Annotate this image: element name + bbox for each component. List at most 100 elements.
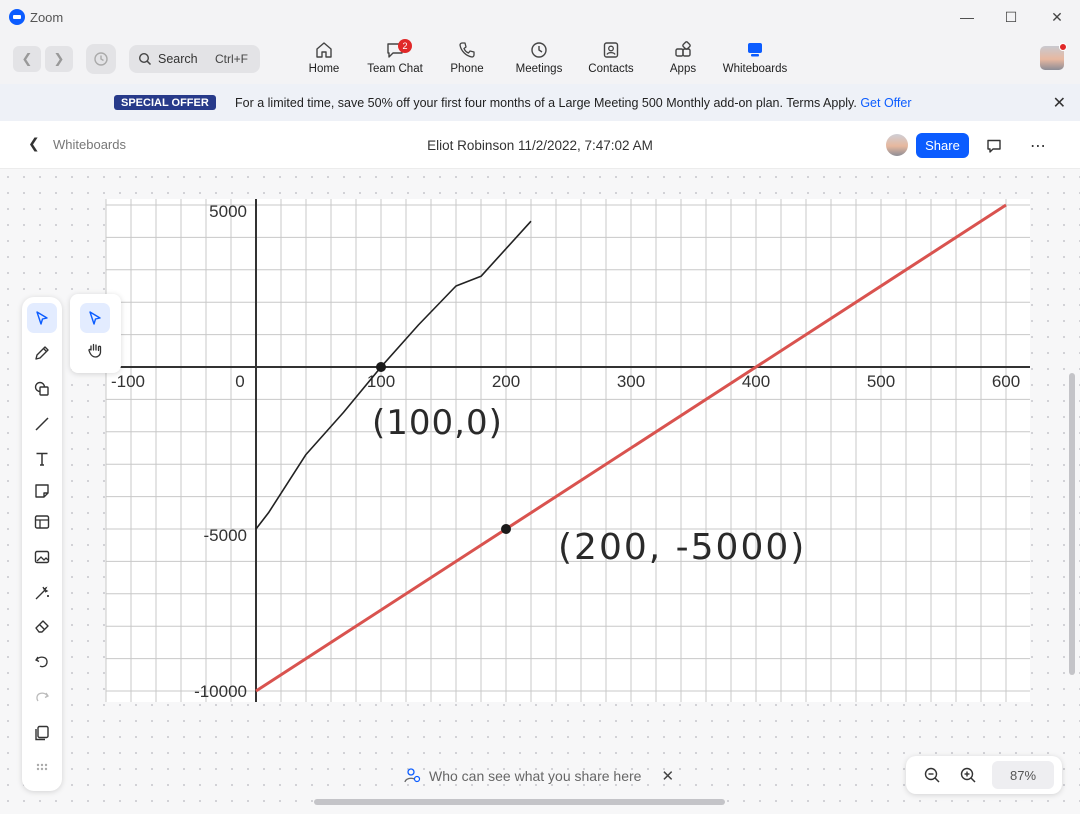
whiteboard-canvas[interactable]: -100 0 100 200 300 400 500 600 5000 -500…: [0, 169, 1080, 814]
hand-tool-option[interactable]: [80, 335, 110, 365]
zoom-in-icon: [960, 767, 976, 783]
offer-text: For a limited time, save 50% off your fi…: [235, 96, 912, 110]
nav-item-contacts[interactable]: Contacts: [575, 40, 647, 80]
search-icon: [138, 52, 152, 66]
annotation-100-0: (100,0): [372, 403, 503, 443]
select-tool[interactable]: [27, 303, 57, 333]
close-banner-icon[interactable]: ✕: [1053, 93, 1066, 113]
line-tool[interactable]: [27, 409, 57, 439]
nav-label: Apps: [669, 63, 697, 75]
image-icon: [34, 550, 50, 564]
share-button[interactable]: Share: [916, 133, 969, 158]
minimize-icon[interactable]: —: [952, 6, 982, 28]
maximize-icon[interactable]: ☐: [996, 6, 1026, 28]
nav-item-team-chat[interactable]: 2 Team Chat: [359, 39, 431, 80]
hand-icon: [88, 343, 102, 358]
select-subtool-popup: [70, 294, 121, 373]
whiteboard-icon: [748, 43, 762, 57]
plotted-point: [376, 362, 386, 372]
undo-icon: [35, 656, 48, 668]
collaborator-avatar[interactable]: [886, 134, 908, 156]
whiteboard-toolbar: [22, 297, 62, 791]
drag-handle-icon[interactable]: [27, 752, 57, 782]
search-input[interactable]: Search Ctrl+F: [129, 45, 260, 73]
y-tick-label: 5000: [209, 202, 247, 221]
share-visibility-hint[interactable]: Who can see what you share here ✕: [403, 766, 674, 786]
whiteboard-header: ❮ Whiteboards Eliot Robinson 11/2/2022, …: [0, 121, 1080, 169]
y-tick-label: -5000: [204, 526, 247, 545]
nav-item-apps[interactable]: Apps: [647, 40, 719, 80]
contacts-icon: [603, 42, 619, 58]
x-tick-label: -100: [111, 372, 145, 391]
x-tick-label: 0: [235, 372, 244, 391]
nav-label: Team Chat: [367, 63, 423, 75]
zoom-out-icon: [924, 767, 940, 783]
nav-item-phone[interactable]: Phone: [431, 40, 503, 80]
zoom-level[interactable]: 87%: [992, 761, 1054, 789]
pen-tool[interactable]: [27, 338, 57, 368]
search-placeholder: Search: [158, 52, 198, 66]
line-icon: [35, 417, 49, 431]
apps-icon: [675, 41, 691, 57]
nav-label: Whiteboards: [722, 63, 788, 75]
nav-item-meetings[interactable]: Meetings: [503, 40, 575, 80]
horizontal-scrollbar[interactable]: [314, 799, 725, 805]
phone-icon: [459, 42, 475, 58]
zoom-logo-icon: [9, 9, 25, 25]
template-tool[interactable]: [27, 507, 57, 537]
title-bar: Zoom — ☐ ✕: [0, 0, 1080, 34]
sticky-note-tool[interactable]: [27, 476, 57, 506]
text-tool[interactable]: [27, 444, 57, 474]
shapes-icon: [34, 381, 49, 396]
zoom-controls: 87%: [906, 756, 1062, 794]
eraser-tool[interactable]: [27, 611, 57, 641]
annotation-200-minus-5000: (200, -5000): [558, 527, 806, 568]
x-tick-label: 200: [492, 372, 520, 391]
nav-item-whiteboards[interactable]: Whiteboards: [719, 40, 791, 80]
status-dot: [1059, 43, 1067, 51]
user-visibility-icon: [404, 768, 421, 783]
magic-tool[interactable]: [27, 578, 57, 608]
redo-icon: [36, 692, 49, 702]
x-tick-label: 300: [617, 372, 645, 391]
forward-arrow-icon[interactable]: ❯: [45, 46, 73, 72]
nav-label: Contacts: [588, 63, 634, 75]
share-hint-text: Who can see what you share here: [429, 768, 642, 784]
nav-label: Meetings: [515, 63, 563, 75]
clock-icon: [531, 42, 547, 58]
shapes-tool[interactable]: [27, 374, 57, 404]
nav-label: Home: [308, 63, 340, 75]
nav-label: Phone: [450, 63, 484, 75]
back-arrow-icon[interactable]: ❮: [13, 46, 41, 72]
text-icon: [36, 452, 48, 466]
graph-image: -100 0 100 200 300 400 500 600 5000 -500…: [105, 199, 1030, 702]
undo-button[interactable]: [27, 646, 57, 676]
eraser-icon: [35, 620, 49, 633]
y-tick-label: -10000: [194, 682, 247, 701]
close-window-icon[interactable]: ✕: [1042, 6, 1072, 28]
vertical-scrollbar[interactable]: [1069, 373, 1075, 675]
nav-item-home[interactable]: Home: [288, 40, 360, 80]
search-shortcut: Ctrl+F: [215, 52, 248, 66]
zoom-out-button[interactable]: [920, 763, 944, 787]
image-tool[interactable]: [27, 542, 57, 572]
notification-badge: 2: [398, 39, 412, 53]
select-tool-option[interactable]: [80, 303, 110, 333]
history-icon[interactable]: [86, 44, 116, 74]
pages-button[interactable]: [27, 718, 57, 748]
more-options-icon[interactable]: ⋯: [1027, 135, 1049, 157]
offer-tag: SPECIAL OFFER: [114, 95, 216, 110]
template-icon: [34, 515, 50, 529]
redo-button[interactable]: [27, 682, 57, 712]
home-icon: [316, 42, 332, 58]
zoom-in-button[interactable]: [956, 763, 980, 787]
magic-icon: [35, 586, 49, 600]
close-hint-icon[interactable]: ✕: [661, 767, 674, 785]
pages-icon: [35, 725, 49, 741]
x-tick-label: 500: [867, 372, 895, 391]
x-tick-label: 600: [992, 372, 1020, 391]
comment-icon[interactable]: [983, 135, 1005, 157]
user-avatar[interactable]: [1040, 43, 1067, 70]
get-offer-link[interactable]: Get Offer: [860, 96, 911, 110]
top-nav: ❮ ❯ Search Ctrl+F Home 2 Team Chat Phone…: [0, 34, 1080, 84]
